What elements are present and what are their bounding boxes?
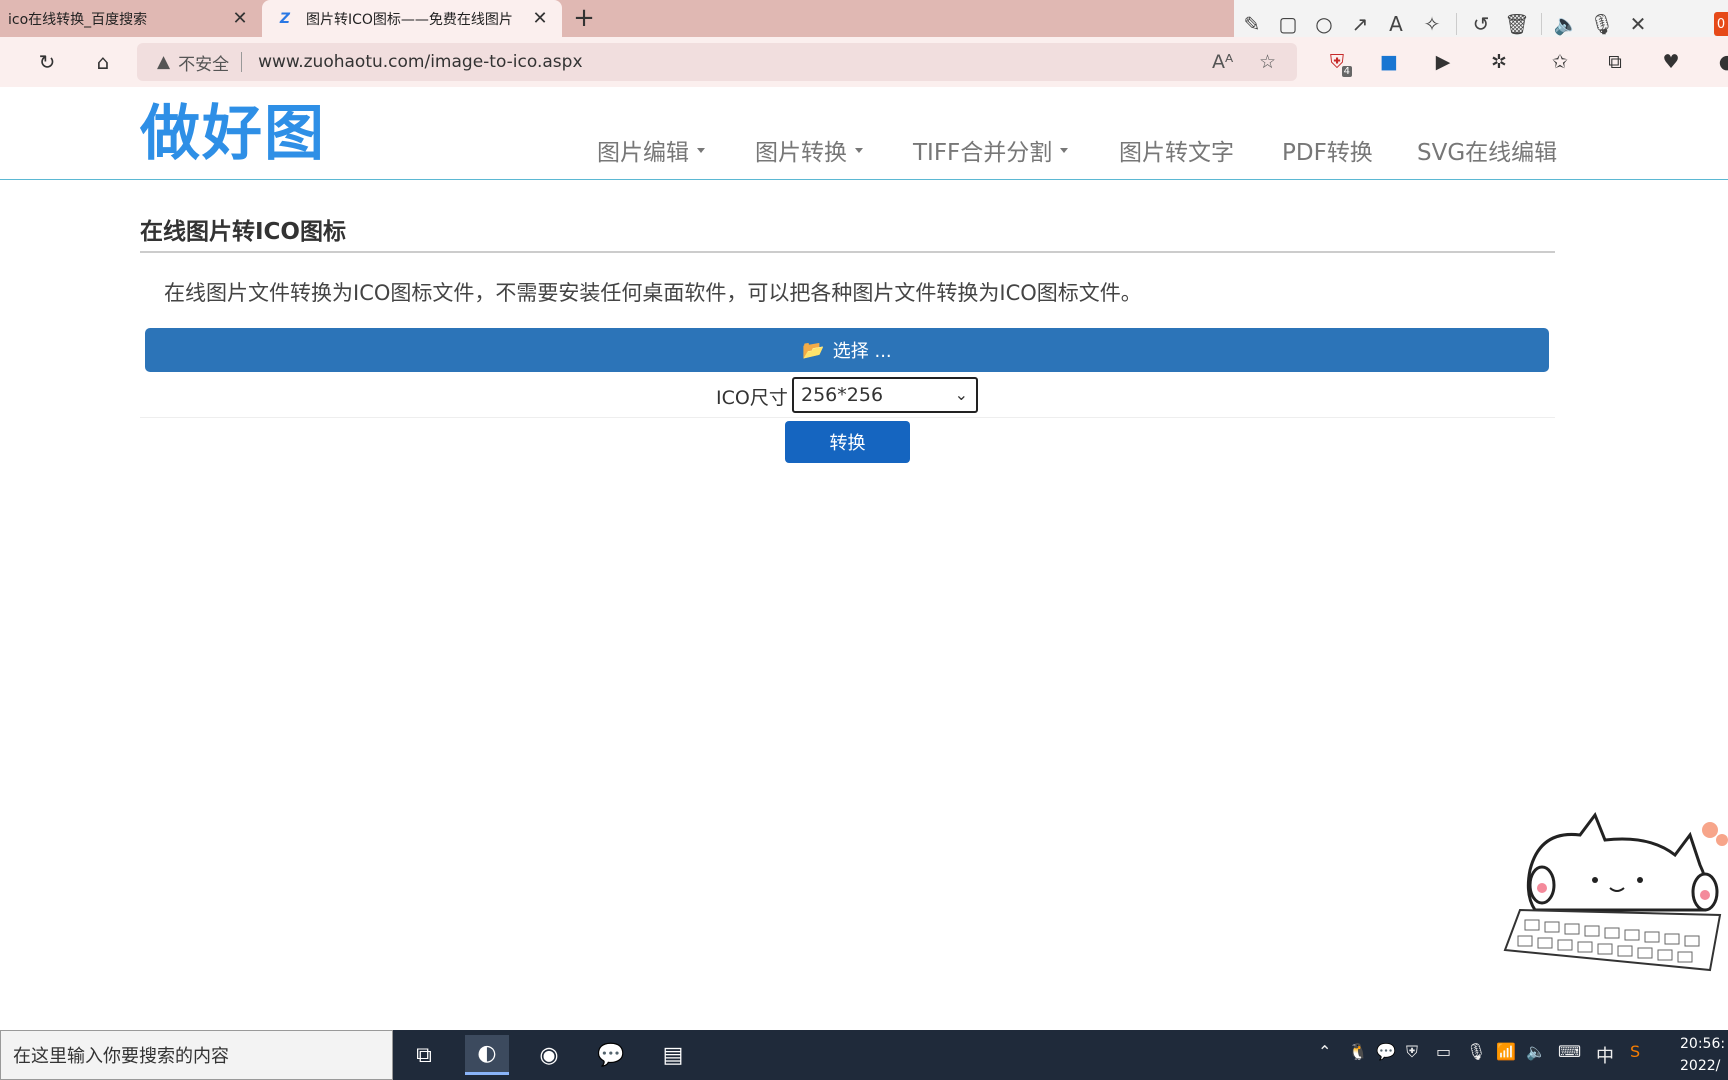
page-description: 在线图片文件转换为ICO图标文件，不需要安装任何桌面软件，可以把各种图片文件转换… bbox=[164, 281, 1142, 305]
qq-tray-icon[interactable]: 🐧 bbox=[1348, 1042, 1368, 1061]
record-badge: 0 bbox=[1714, 12, 1728, 36]
clock-time: 20:56: bbox=[1680, 1036, 1726, 1052]
nav-image-edit[interactable]: 图片编辑 bbox=[597, 133, 705, 167]
clock-date: 2022/ bbox=[1680, 1058, 1721, 1074]
chevron-down-icon bbox=[855, 147, 863, 153]
nav-label: SVG在线编辑 bbox=[1417, 140, 1558, 166]
nav-svg-editor[interactable]: SVG在线编辑 bbox=[1417, 133, 1557, 167]
read-aloud-icon[interactable]: Aᴬ bbox=[1212, 51, 1233, 73]
address-divider bbox=[241, 52, 243, 72]
site-logo[interactable]: 做好图 bbox=[140, 101, 326, 167]
ime-indicator[interactable]: 中 bbox=[1596, 1042, 1614, 1068]
choose-label: 选择 ... bbox=[832, 341, 892, 362]
bongo-cat-decoration bbox=[1503, 811, 1728, 972]
tab-title: ico在线转换_百度搜索 bbox=[8, 11, 148, 28]
security-tray-icon[interactable]: ⛨ bbox=[1406, 1042, 1418, 1062]
nav-tiff[interactable]: TIFF合并分割 bbox=[913, 133, 1069, 167]
ico-size-value: 256*256 bbox=[801, 384, 884, 406]
security-status: 不安全 bbox=[178, 54, 230, 75]
tab-title: 图片转ICO图标——免费在线图片 bbox=[306, 11, 513, 28]
extension-badge: 4 bbox=[1341, 66, 1352, 77]
nav-pdf[interactable]: PDF转换 bbox=[1282, 133, 1373, 167]
wechat-tray-icon[interactable]: 💬 bbox=[1376, 1042, 1396, 1061]
extension-blue-icon[interactable]: ■ bbox=[1374, 47, 1404, 77]
folder-open-icon: 📂 bbox=[802, 339, 825, 361]
home-icon[interactable]: ⌂ bbox=[88, 47, 118, 77]
browser-toolbar: ↻ ⌂ ▲ 不安全 www.zuohaotu.com/image-to-ico.… bbox=[0, 37, 1728, 87]
battery-icon[interactable]: ▭ bbox=[1436, 1042, 1451, 1061]
wechat-icon[interactable]: 💬 bbox=[589, 1035, 633, 1075]
choose-file-button[interactable]: 📂 选择 ... bbox=[145, 328, 1549, 372]
tab-zuohaotu-active[interactable]: Z 图片转ICO图标——免费在线图片 ✕ bbox=[262, 0, 562, 37]
close-tab-icon[interactable]: ✕ bbox=[230, 8, 250, 29]
health-heart-icon[interactable]: ♥ bbox=[1656, 47, 1686, 77]
toolbar-divider bbox=[1456, 13, 1457, 35]
system-clock[interactable]: 20:56: 2022/ bbox=[1680, 1033, 1725, 1077]
chrome-icon[interactable]: ◉ bbox=[527, 1035, 571, 1075]
nav-image-to-text[interactable]: 图片转文字 bbox=[1119, 133, 1234, 167]
close-tab-icon[interactable]: ✕ bbox=[530, 8, 550, 29]
form-divider bbox=[140, 417, 1555, 418]
ico-size-select[interactable]: 256*256 ⌄ bbox=[792, 377, 978, 413]
site-favicon-icon: Z bbox=[279, 10, 291, 27]
notepad-icon[interactable]: ▤ bbox=[651, 1035, 695, 1075]
wifi-icon[interactable]: 📶 bbox=[1496, 1042, 1516, 1061]
ico-size-label: ICO尺寸 bbox=[716, 387, 788, 409]
refresh-icon[interactable]: ↻ bbox=[32, 47, 62, 77]
profile-avatar[interactable]: ● bbox=[1712, 47, 1728, 77]
nav-label: 图片转换 bbox=[755, 140, 847, 166]
page-title: 在线图片转ICO图标 bbox=[140, 219, 346, 245]
nav-label: 图片编辑 bbox=[597, 140, 689, 166]
convert-button[interactable]: 转换 bbox=[785, 421, 910, 463]
edge-browser-icon[interactable]: ◐ bbox=[465, 1035, 509, 1075]
taskbar-search-box[interactable]: 在这里输入你要搜索的内容 bbox=[0, 1030, 393, 1080]
chevron-down-icon: ⌄ bbox=[954, 385, 968, 404]
site-header: 做好图 图片编辑 图片转换 TIFF合并分割 图片转文字 PDF转换 SVG在线… bbox=[0, 87, 1728, 180]
keyboard-icon[interactable]: ⌨ bbox=[1558, 1042, 1581, 1061]
microphone-tray-icon[interactable]: 🎙 bbox=[1466, 1042, 1486, 1061]
sogou-ime-icon[interactable]: S bbox=[1630, 1042, 1640, 1061]
add-favorite-icon[interactable]: ☆ bbox=[1259, 51, 1276, 73]
volume-icon[interactable]: 🔈 bbox=[1526, 1042, 1546, 1061]
tray-expand-icon[interactable]: ⌃ bbox=[1318, 1042, 1331, 1061]
play-icon[interactable]: ▶ bbox=[1428, 47, 1458, 77]
nav-label: PDF转换 bbox=[1282, 140, 1373, 166]
task-view-icon[interactable]: ⧉ bbox=[402, 1035, 446, 1075]
url-text[interactable]: www.zuohaotu.com/image-to-ico.aspx bbox=[258, 52, 582, 72]
nav-label: TIFF合并分割 bbox=[913, 140, 1053, 166]
nav-image-convert[interactable]: 图片转换 bbox=[755, 133, 863, 167]
toolbar-divider bbox=[1541, 13, 1542, 35]
tab-baidu-search[interactable]: ico在线转换_百度搜索 ✕ bbox=[0, 0, 258, 37]
extensions-puzzle-icon[interactable]: ✲ bbox=[1484, 47, 1514, 77]
adblock-shield-icon[interactable]: ⛨ 4 bbox=[1322, 47, 1352, 77]
collections-icon[interactable]: ⧉ bbox=[1600, 47, 1630, 77]
warning-icon: ▲ bbox=[157, 52, 171, 72]
chevron-down-icon bbox=[697, 147, 705, 153]
nav-label: 图片转文字 bbox=[1119, 140, 1234, 166]
title-divider bbox=[140, 251, 1555, 253]
address-bar[interactable]: ▲ 不安全 www.zuohaotu.com/image-to-ico.aspx… bbox=[137, 43, 1297, 81]
favorites-icon[interactable]: ✩ bbox=[1545, 47, 1575, 77]
chevron-down-icon bbox=[1060, 147, 1069, 153]
new-tab-button[interactable]: + bbox=[572, 4, 596, 32]
windows-taskbar: 在这里输入你要搜索的内容 ⧉ ◐ ◉ 💬 ▤ ⌃ 🐧 💬 ⛨ ▭ 🎙 📶 🔈 ⌨… bbox=[0, 1030, 1728, 1080]
